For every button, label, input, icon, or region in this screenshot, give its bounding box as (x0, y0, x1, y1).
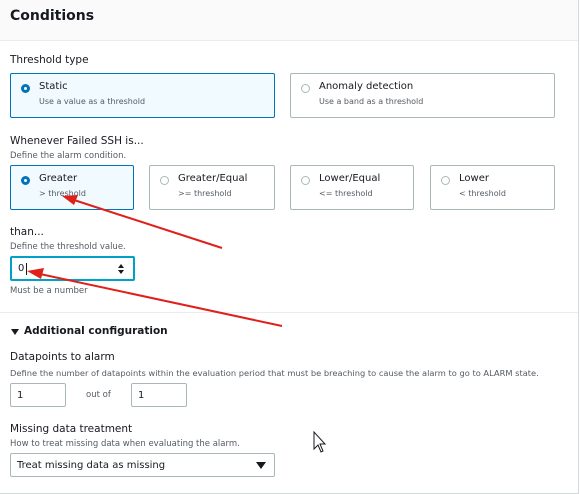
condition-lower-title: Lower (459, 173, 489, 184)
condition-lower-sub: < threshold (459, 189, 506, 198)
whenever-label: Whenever Failed SSH is... (10, 135, 144, 147)
caret-down-icon (11, 329, 19, 335)
threshold-static-radio[interactable] (21, 84, 30, 93)
condition-greater-radio[interactable] (21, 176, 30, 185)
threshold-anomaly-tile[interactable]: Anomaly detection Use a band as a thresh… (290, 73, 555, 118)
section-divider (0, 312, 578, 313)
missing-data-select[interactable]: Treat missing data as missing (10, 453, 275, 477)
than-label: than... (10, 226, 44, 238)
threshold-type-label: Threshold type (10, 54, 89, 66)
condition-lower-equal-radio[interactable] (301, 176, 310, 185)
condition-greater-tile[interactable]: Greater > threshold (10, 165, 134, 210)
additional-config-label: Additional configuration (24, 325, 168, 337)
whenever-desc: Define the alarm condition. (10, 151, 127, 161)
stepper-down-icon[interactable] (118, 270, 124, 274)
than-desc: Define the threshold value. (10, 242, 126, 252)
text-cursor (26, 263, 27, 275)
panel-header: Conditions (0, 0, 578, 41)
condition-lower-equal-tile[interactable]: Lower/Equal <= threshold (290, 165, 414, 210)
datapoints-value: 1 (17, 389, 24, 401)
condition-lower-radio[interactable] (441, 176, 450, 185)
condition-greater-equal-radio[interactable] (160, 176, 169, 185)
condition-greater-sub: > threshold (39, 189, 86, 198)
out-of-label: out of (86, 390, 111, 400)
datapoints-desc: Define the number of datapoints within t… (10, 368, 539, 378)
condition-lower-tile[interactable]: Lower < threshold (430, 165, 555, 210)
missing-data-desc: How to treat missing data when evaluatin… (10, 439, 240, 449)
threshold-static-title: Static (39, 81, 68, 92)
datapoints-input[interactable]: 1 (10, 383, 66, 407)
datapoints-label: Datapoints to alarm (10, 351, 115, 363)
condition-greater-equal-sub: >= threshold (178, 189, 232, 198)
threshold-anomaly-sub: Use a band as a threshold (319, 97, 424, 106)
threshold-value-text: 0 (18, 263, 25, 274)
condition-lower-equal-title: Lower/Equal (319, 173, 381, 184)
evaluation-periods-value: 1 (138, 389, 145, 401)
than-hint: Must be a number (10, 286, 88, 296)
condition-greater-title: Greater (39, 173, 78, 184)
stepper-up-icon[interactable] (118, 264, 124, 268)
condition-greater-equal-title: Greater/Equal (178, 173, 248, 184)
threshold-anomaly-radio[interactable] (301, 84, 310, 93)
missing-data-label: Missing data treatment (10, 423, 133, 435)
additional-config-toggle[interactable]: Additional configuration (10, 325, 170, 339)
threshold-value-input[interactable]: 0 (10, 256, 135, 281)
select-caret-icon (256, 462, 266, 469)
threshold-static-sub: Use a value as a threshold (39, 97, 146, 106)
conditions-panel: Conditions Threshold type Static Use a v… (0, 0, 579, 494)
panel-title: Conditions (10, 8, 95, 24)
threshold-static-tile[interactable]: Static Use a value as a threshold (10, 73, 275, 118)
threshold-anomaly-title: Anomaly detection (319, 81, 414, 92)
evaluation-periods-input[interactable]: 1 (131, 383, 187, 407)
missing-data-selected: Treat missing data as missing (17, 459, 166, 471)
condition-lower-equal-sub: <= threshold (319, 189, 373, 198)
condition-greater-equal-tile[interactable]: Greater/Equal >= threshold (149, 165, 275, 210)
